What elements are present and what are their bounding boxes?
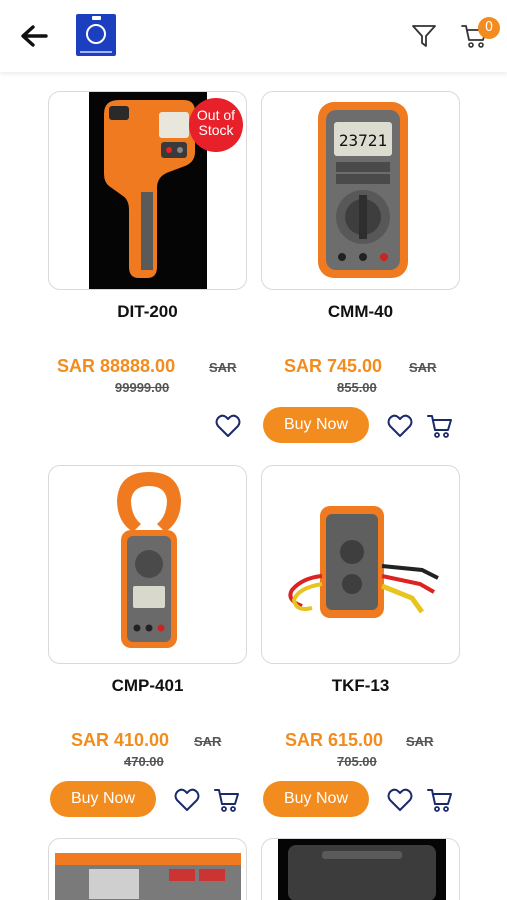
out-of-stock-badge: Out of Stock: [189, 98, 243, 152]
product-price: SAR 615.00: [285, 730, 384, 750]
filter-button[interactable]: [410, 22, 438, 50]
old-price: 705.00: [337, 754, 377, 769]
product-price: SAR 88888.00: [57, 356, 176, 376]
product-image-card[interactable]: Out of Stock: [48, 91, 247, 290]
old-price: 99999.00: [115, 380, 170, 395]
add-to-cart-button[interactable]: [213, 786, 241, 814]
cart-icon: [427, 789, 452, 812]
cart-count-badge: 0: [478, 17, 500, 39]
heart-icon: [174, 788, 200, 811]
add-to-cart-button[interactable]: [426, 412, 454, 440]
old-price: 470.00: [124, 754, 164, 769]
app-header: 0: [0, 0, 507, 72]
wishlist-button[interactable]: [386, 786, 414, 814]
heart-icon: [387, 414, 413, 437]
product-name[interactable]: CMM-40: [261, 302, 460, 322]
svg-text:23721: 23721: [339, 131, 387, 150]
old-price: 855.00: [337, 380, 377, 395]
buy-now-button[interactable]: Buy Now: [263, 781, 369, 817]
clamp-meter-image: [117, 472, 181, 648]
product-name[interactable]: TKF-13: [261, 676, 460, 696]
product-image-card[interactable]: [48, 465, 247, 664]
wishlist-button[interactable]: [214, 412, 242, 440]
phase-tester-image: [288, 506, 439, 618]
installation-tester-image: [55, 853, 241, 900]
wishlist-button[interactable]: [386, 412, 414, 440]
multimeter-image: 23721: [318, 102, 408, 278]
wishlist-button[interactable]: [173, 786, 201, 814]
product-price: SAR 745.00: [284, 356, 383, 376]
buy-now-button[interactable]: Buy Now: [263, 407, 369, 443]
product-image-card[interactable]: 23721: [261, 91, 460, 290]
store-logo[interactable]: [76, 14, 116, 56]
heart-icon: [215, 414, 241, 437]
product-image-card[interactable]: [261, 838, 460, 900]
filter-icon: [412, 25, 436, 47]
cart-icon: [214, 789, 239, 812]
case-tester-image: [278, 839, 446, 900]
add-to-cart-button[interactable]: [426, 786, 454, 814]
product-image-card[interactable]: [261, 465, 460, 664]
old-price-currency: SAR: [209, 360, 237, 375]
product-name[interactable]: CMP-401: [48, 676, 247, 696]
back-button[interactable]: [18, 22, 50, 50]
arrow-left-icon: [21, 25, 48, 47]
product-price: SAR 410.00: [71, 730, 170, 750]
old-price-currency: SAR: [194, 734, 222, 749]
old-price-currency: SAR: [406, 734, 434, 749]
heart-icon: [387, 788, 413, 811]
old-price-currency: SAR: [409, 360, 437, 375]
product-image-card[interactable]: [48, 838, 247, 900]
buy-now-button[interactable]: Buy Now: [50, 781, 156, 817]
product-name[interactable]: DIT-200: [48, 302, 247, 322]
cart-icon: [427, 415, 452, 438]
